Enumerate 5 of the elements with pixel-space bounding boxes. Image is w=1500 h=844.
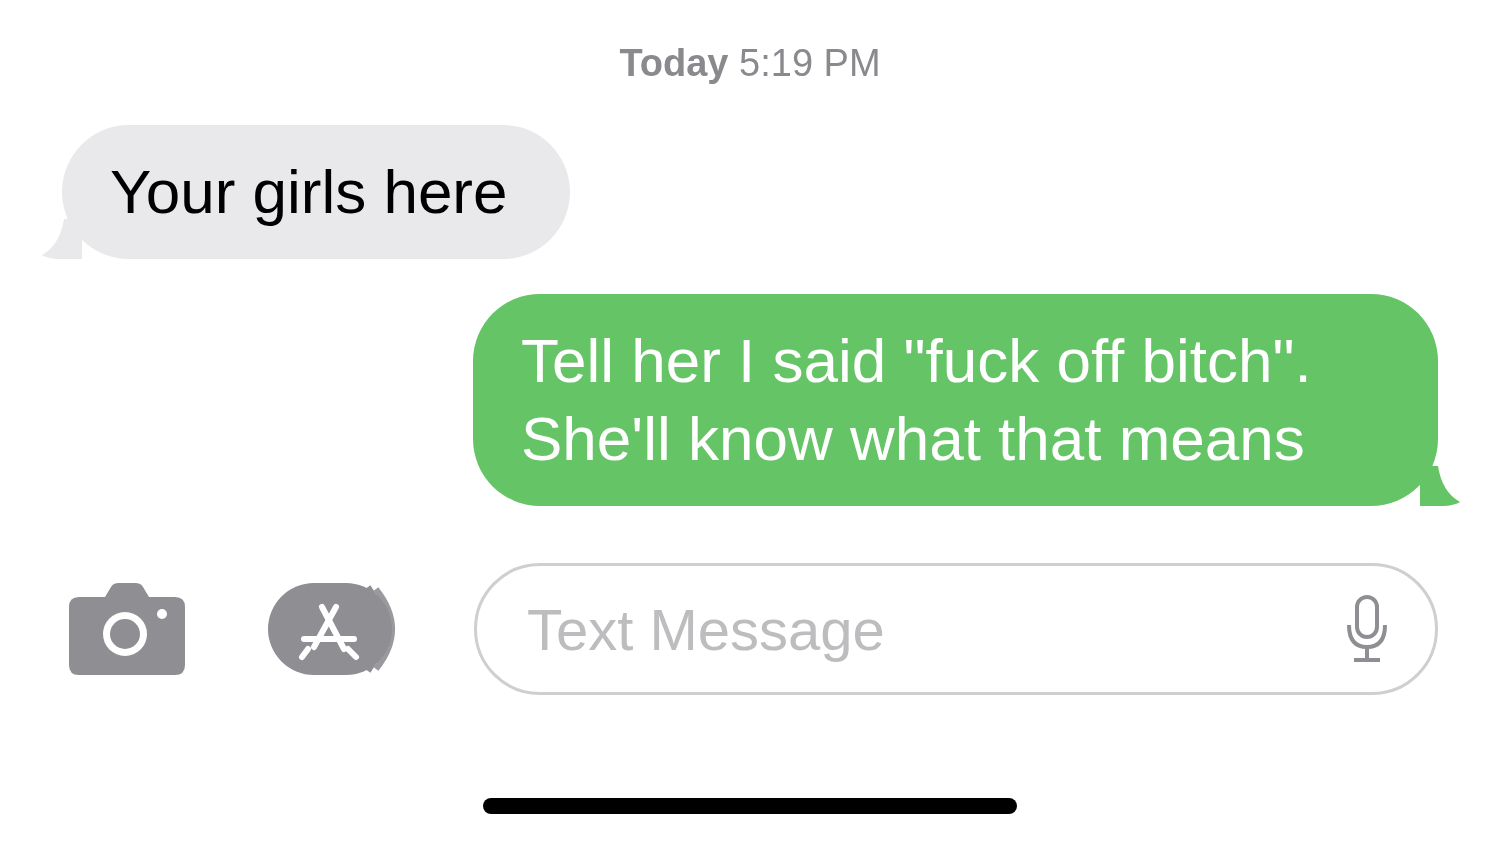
microphone-icon[interactable]	[1344, 595, 1390, 663]
message-timestamp: Today 5:19 PM	[619, 42, 881, 85]
bubble-tail	[1420, 466, 1460, 506]
message-field[interactable]: Text Message	[474, 563, 1438, 695]
camera-icon[interactable]	[69, 583, 185, 675]
